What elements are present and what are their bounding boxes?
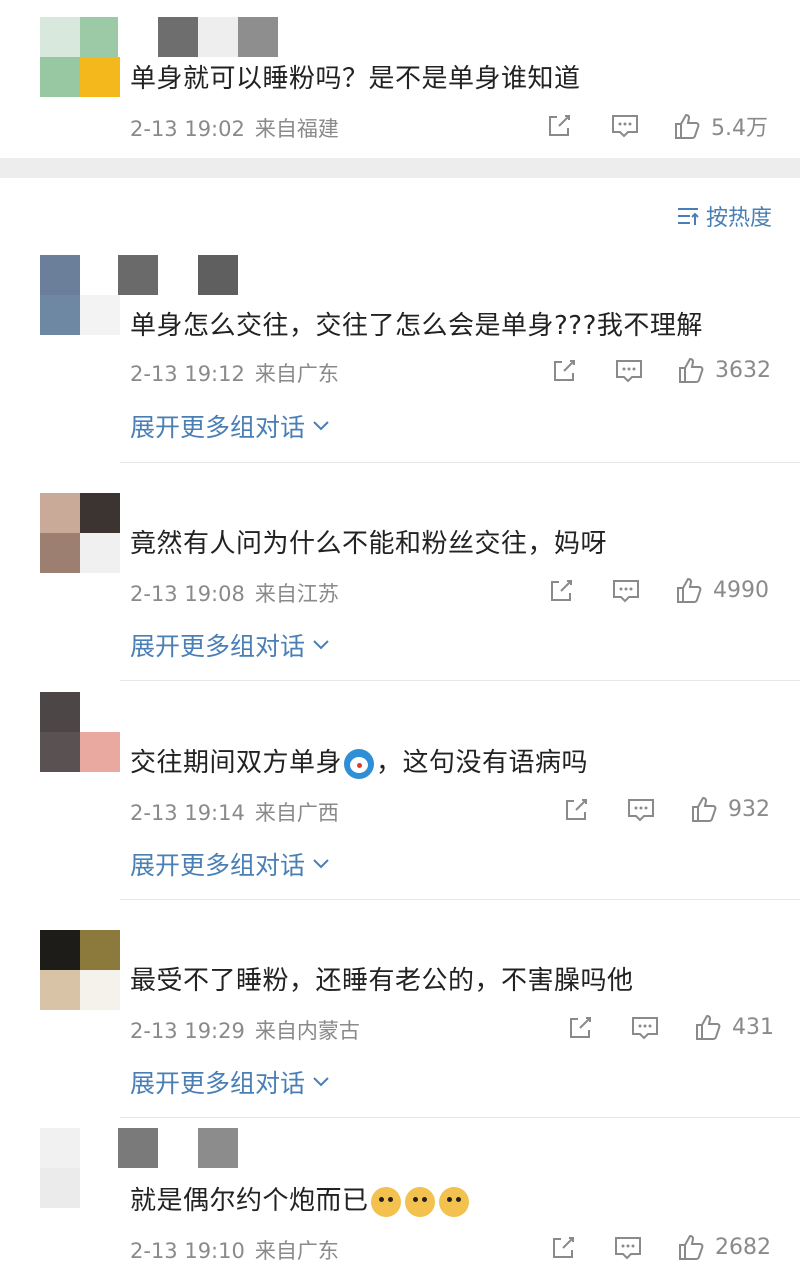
comment-text: 最受不了睡粉，还睡有老公的，不害臊吗他 [130, 966, 634, 996]
comment-location: 来自江苏 [254, 582, 339, 606]
like-count: 932 [728, 796, 770, 822]
share-icon[interactable] [549, 1234, 577, 1262]
comment-time: 2-13 19:10 [130, 1239, 245, 1263]
chevron-down-icon [305, 419, 331, 433]
avatar[interactable] [40, 692, 120, 772]
share-icon[interactable] [545, 112, 573, 140]
comment-location: 来自广东 [254, 1239, 339, 1263]
comment-icon[interactable] [610, 112, 640, 140]
comment-item: 就是偶尔约个炮而已 2-13 19:10 来自广东 2682 [0, 1128, 800, 1287]
share-icon[interactable] [566, 1014, 594, 1042]
like-button[interactable]: 932 [690, 794, 770, 824]
expand-conversation-link[interactable]: 展开更多组对话 [130, 846, 331, 882]
comment-time: 2-13 19:12 [130, 362, 245, 386]
chevron-down-icon [305, 1075, 331, 1089]
expand-label: 展开更多组对话 [130, 632, 306, 661]
avatar[interactable] [40, 17, 120, 97]
comment-meta: 2-13 19:29 来自内蒙古 [130, 1015, 370, 1045]
chevron-down-icon [305, 857, 331, 871]
comment-item: 单身怎么交往，交往了怎么会是单身???我不理解 2-13 19:12 来自广东 3… [0, 255, 800, 465]
comment-time: 2-13 19:29 [130, 1019, 245, 1043]
sort-by-hot-button[interactable]: 按热度 [676, 200, 772, 232]
thumbs-up-icon [673, 111, 703, 141]
like-count: 5.4万 [711, 116, 768, 141]
expand-conversation-link[interactable]: 展开更多组对话 [130, 627, 331, 663]
thumbs-up-icon [675, 575, 705, 605]
avatar[interactable] [40, 930, 120, 1010]
divider [120, 680, 800, 681]
username-mosaic[interactable] [118, 255, 238, 295]
like-count: 3632 [715, 357, 771, 383]
comment-icon[interactable] [630, 1014, 660, 1042]
sort-icon [676, 205, 706, 227]
comment-time: 2-13 19:14 [130, 801, 245, 825]
avatar[interactable] [40, 255, 120, 335]
like-button[interactable]: 5.4万 [673, 110, 768, 142]
comment-text-part: 交往期间双方单身 [130, 748, 343, 778]
comment-time: 2-13 19:08 [130, 582, 245, 606]
comment-text: 竟然有人问为什么不能和粉丝交往，妈呀 [130, 529, 608, 559]
like-count: 4990 [713, 577, 769, 603]
comment-icon[interactable] [614, 357, 644, 385]
thumbs-up-icon [677, 1232, 707, 1262]
chevron-down-icon [305, 638, 331, 652]
like-button[interactable]: 431 [694, 1012, 774, 1042]
thumbs-up-icon [694, 1012, 724, 1042]
comment-meta: 2-13 19:08 来自江苏 [130, 578, 349, 608]
username-mosaic[interactable] [118, 17, 278, 57]
comment-time: 2-13 19:02 [130, 117, 245, 141]
expand-label: 展开更多组对话 [130, 1069, 306, 1098]
share-icon[interactable] [550, 357, 578, 385]
like-button[interactable]: 3632 [677, 355, 771, 385]
like-count: 2682 [715, 1234, 771, 1260]
divider [120, 462, 800, 463]
comment-item: 竟然有人问为什么不能和粉丝交往，妈呀 2-13 19:08 来自江苏 4990 展… [0, 493, 800, 683]
comment-location: 来自福建 [254, 117, 339, 141]
divider [120, 1117, 800, 1118]
sort-label: 按热度 [705, 206, 772, 231]
doge-emoji-icon [438, 1186, 469, 1217]
comment-item: 最受不了睡粉，还睡有老公的，不害臊吗他 2-13 19:29 来自内蒙古 431 … [0, 930, 800, 1120]
top-comment: 单身就可以睡粉吗？是不是单身谁知道 2-13 19:02 来自福建 5.4万 [0, 0, 800, 160]
like-button[interactable]: 2682 [677, 1232, 771, 1262]
comment-location: 来自广西 [254, 801, 339, 825]
comment-location: 来自广东 [254, 362, 339, 386]
comment-text-part: 就是偶尔约个炮而已 [130, 1186, 369, 1216]
comment-text: 交往期间双方单身 ，这句没有语病吗 [130, 742, 588, 779]
comment-meta: 2-13 19:14 来自广西 [130, 797, 349, 827]
comment-item: 交往期间双方单身 ，这句没有语病吗 2-13 19:14 来自广西 932 展开更多… [0, 692, 800, 902]
thumbs-up-icon [690, 794, 720, 824]
doraemon-emoji-icon [344, 748, 375, 779]
expand-conversation-link[interactable]: 展开更多组对话 [130, 1064, 331, 1100]
comment-text-part: ，这句没有语病吗 [376, 748, 589, 778]
expand-label: 展开更多组对话 [130, 851, 306, 880]
comment-icon[interactable] [613, 1234, 643, 1262]
divider [120, 899, 800, 900]
like-button[interactable]: 4990 [675, 575, 769, 605]
doge-emoji-icon [370, 1186, 401, 1217]
doge-emoji-icon [404, 1186, 435, 1217]
comment-meta: 2-13 19:10 来自广东 [130, 1235, 349, 1265]
comment-meta: 2-13 19:12 来自广东 [130, 358, 349, 388]
comment-location: 来自内蒙古 [254, 1019, 360, 1043]
comment-icon[interactable] [611, 577, 641, 605]
share-icon[interactable] [562, 796, 590, 824]
comment-text: 单身怎么交往，交往了怎么会是单身???我不理解 [130, 311, 703, 341]
section-separator [0, 158, 800, 178]
share-icon[interactable] [547, 577, 575, 605]
thumbs-up-icon [677, 355, 707, 385]
expand-label: 展开更多组对话 [130, 413, 306, 442]
avatar[interactable] [40, 493, 120, 573]
comment-icon[interactable] [626, 796, 656, 824]
expand-conversation-link[interactable]: 展开更多组对话 [130, 408, 331, 444]
comment-meta: 2-13 19:02 来自福建 [130, 113, 349, 143]
username-mosaic[interactable] [118, 1128, 238, 1168]
like-count: 431 [732, 1014, 774, 1040]
comment-text: 就是偶尔约个炮而已 [130, 1180, 471, 1217]
avatar[interactable] [40, 1128, 120, 1208]
comment-text: 单身就可以睡粉吗？是不是单身谁知道 [130, 64, 581, 94]
